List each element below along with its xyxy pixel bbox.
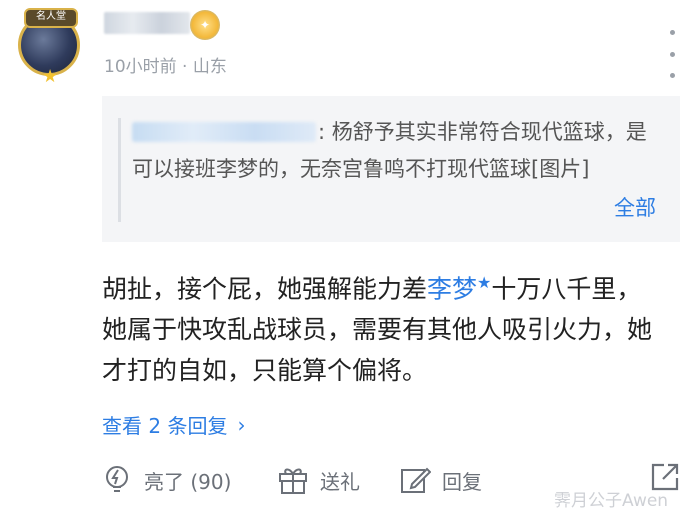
quote-expand-link[interactable]: 全部	[614, 192, 656, 222]
quote-bar	[118, 118, 121, 222]
verified-star-icon: ★	[477, 273, 492, 292]
username-blurred[interactable]	[104, 12, 190, 34]
quote-text: : 杨舒予其实非常符合现代篮球，是可以接班李梦的，无奈宫鲁鸣不打现代篮球[图片]	[132, 120, 647, 181]
mention-link[interactable]: 李梦	[427, 274, 477, 303]
more-icon[interactable]	[668, 30, 676, 78]
like-button[interactable]: 亮了 (90)	[100, 460, 231, 500]
watermark: 霁月公子Awen	[554, 491, 669, 511]
lightbulb-icon	[100, 463, 134, 497]
comment-body: 胡扯，接个屁，她强解能力差李梦★十万八千里，她属于快攻乱战球员，需要有其他人吸引…	[102, 273, 653, 386]
chevron-right-icon: ›	[237, 412, 246, 437]
star-icon: ★	[42, 66, 59, 87]
view-replies-link[interactable]: 查看 2 条回复 ›	[102, 410, 245, 439]
edit-icon	[398, 463, 432, 497]
level-badge-icon: ✦	[190, 10, 220, 40]
author-avatar[interactable]: 名人堂 ★	[14, 8, 88, 87]
gift-button[interactable]: 送礼	[276, 460, 360, 500]
hall-of-fame-badge: 名人堂	[24, 8, 78, 28]
post-meta: 10小时前 · 山东	[104, 57, 227, 77]
reply-button[interactable]: 回复	[398, 460, 482, 500]
gift-icon	[276, 463, 310, 497]
